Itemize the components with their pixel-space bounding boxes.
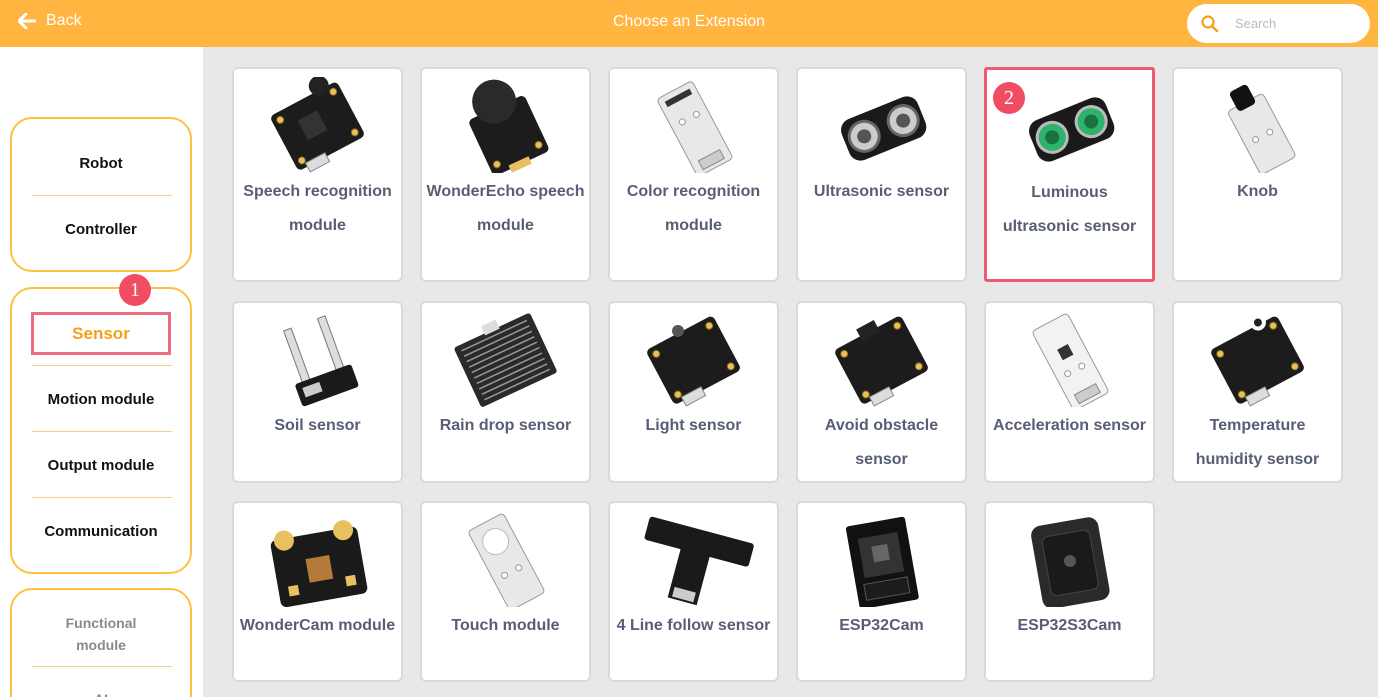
rain-board-icon — [422, 311, 589, 407]
divider — [32, 497, 172, 498]
extension-card-label: ESP32Cam — [839, 617, 924, 634]
extension-card-knob[interactable]: Knob — [1172, 67, 1343, 282]
sidebar-item-sensor[interactable]: Sensor — [31, 312, 171, 355]
extension-card-label: Acceleration sensor — [993, 417, 1146, 434]
sidebar-item-robot[interactable]: Robot — [12, 155, 190, 172]
touch-board-icon — [422, 511, 589, 607]
search-icon — [1201, 14, 1219, 32]
divider — [32, 666, 172, 667]
search-input[interactable] — [1235, 16, 1355, 31]
extension-card-speech-recognition-module[interactable]: Speech recognition module — [232, 67, 403, 282]
ultrasonic-icon — [798, 77, 965, 173]
extension-card-label: Light sensor — [645, 417, 742, 434]
step-badge-1: 1 — [119, 274, 151, 306]
extension-card-avoid-obstacle-sensor[interactable]: Avoid obstacle sensor — [796, 301, 967, 483]
back-button[interactable]: Back — [18, 12, 82, 30]
extension-card-label: 4 Line follow sensor — [616, 617, 771, 634]
divider — [32, 365, 172, 366]
step-badge-2: 2 — [993, 82, 1025, 114]
extension-card-light-sensor[interactable]: Light sensor — [608, 301, 779, 483]
extension-card-wondercam-module[interactable]: WonderCam module — [232, 501, 403, 682]
extension-card-label: Touch module — [451, 617, 560, 634]
category-group-modules: Sensor Motion module Output module Commu… — [10, 287, 192, 574]
extension-card-label: Speech recognition module — [243, 183, 392, 234]
sidebar-item-motion-module[interactable]: Motion module — [12, 391, 190, 408]
category-group-advanced: Functional module AI — [10, 588, 192, 697]
extension-card-esp32cam[interactable]: ESP32Cam — [796, 501, 967, 682]
page-title: Choose an Extension — [612, 13, 766, 30]
grey-board-icon — [610, 77, 777, 173]
extension-card-label: WonderEcho speech module — [426, 183, 585, 234]
arrow-left-icon — [18, 13, 36, 29]
sidebar-item-functional-module[interactable]: Functional module — [52, 612, 150, 656]
extension-card-label: Color recognition module — [626, 183, 761, 234]
extension-card-label: WonderCam module — [239, 617, 396, 634]
category-sidebar: Robot Controller Sensor Motion module Ou… — [0, 47, 203, 697]
temp-board-icon — [1174, 311, 1341, 407]
extension-card-luminous-ultrasonic-sensor[interactable]: Luminous ultrasonic sensor 2 — [984, 67, 1155, 282]
extension-card-acceleration-sensor[interactable]: Acceleration sensor — [984, 301, 1155, 483]
back-label: Back — [46, 12, 82, 29]
extension-card-label: Ultrasonic sensor — [813, 183, 950, 200]
extension-card-label: Knob — [1237, 183, 1278, 200]
sidebar-item-communication[interactable]: Communication — [12, 523, 190, 540]
extension-card-label: Temperature humidity sensor — [1195, 417, 1320, 468]
esp32cam-icon — [798, 511, 965, 607]
extension-card-label: Luminous ultrasonic sensor — [1002, 184, 1137, 235]
speech-board-icon — [234, 77, 401, 173]
extension-card-4-line-follow-sensor[interactable]: 4 Line follow sensor — [608, 501, 779, 682]
extension-card-rain-drop-sensor[interactable]: Rain drop sensor — [420, 301, 591, 483]
extension-card-wonderecho-speech-module[interactable]: WonderEcho speech module — [420, 67, 591, 282]
esp32s3cam-icon — [986, 511, 1153, 607]
knob-icon — [1174, 77, 1341, 173]
sidebar-item-output-module[interactable]: Output module — [12, 457, 190, 474]
obstacle-board-icon — [798, 311, 965, 407]
sidebar-item-controller[interactable]: Controller — [12, 221, 190, 238]
sidebar-item-ai[interactable]: AI — [12, 688, 190, 697]
extension-card-ultrasonic-sensor[interactable]: Ultrasonic sensor — [796, 67, 967, 282]
extension-card-temperature-humidity-sensor[interactable]: Temperature humidity sensor — [1172, 301, 1343, 483]
divider — [32, 195, 172, 196]
header-bar: Back Choose an Extension — [0, 0, 1378, 47]
accel-board-icon — [986, 311, 1153, 407]
extension-card-label: Soil sensor — [274, 417, 361, 434]
extension-card-soil-sensor[interactable]: Soil sensor — [232, 301, 403, 483]
soil-probe-icon — [234, 311, 401, 407]
line-follow-icon — [610, 511, 777, 607]
extension-card-label: ESP32S3Cam — [1017, 617, 1122, 634]
search-box[interactable] — [1187, 4, 1370, 43]
extension-card-label: Avoid obstacle sensor — [824, 417, 939, 468]
category-group-main: Robot Controller — [10, 117, 192, 272]
extension-card-label: Rain drop sensor — [439, 417, 572, 434]
divider — [32, 431, 172, 432]
light-board-icon — [610, 311, 777, 407]
extension-card-touch-module[interactable]: Touch module — [420, 501, 591, 682]
speaker-board-icon — [422, 77, 589, 173]
camera-module-icon — [234, 511, 401, 607]
extension-card-esp32s3cam[interactable]: ESP32S3Cam — [984, 501, 1155, 682]
extension-card-color-recognition-module[interactable]: Color recognition module — [608, 67, 779, 282]
